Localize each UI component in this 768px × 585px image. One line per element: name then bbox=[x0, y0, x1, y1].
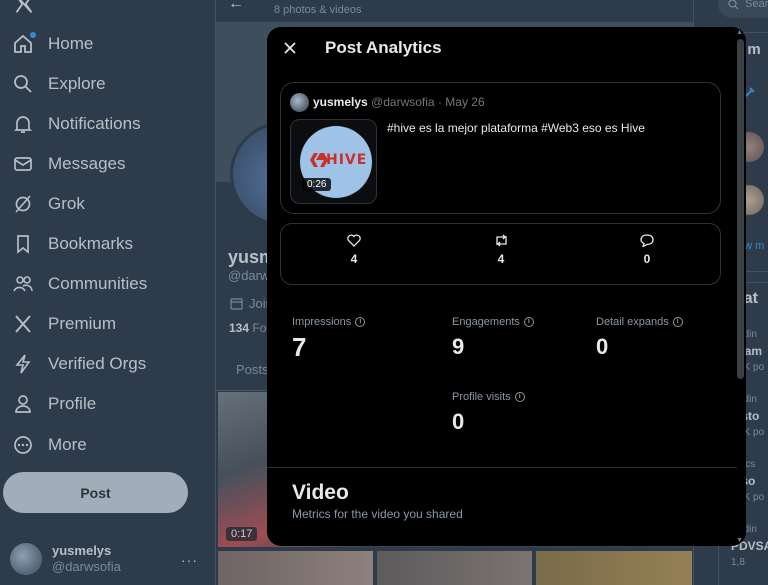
likes-count: 4 bbox=[350, 252, 358, 266]
engagement-stats-card: 4 4 0 bbox=[280, 223, 721, 285]
repost-icon bbox=[486, 234, 516, 250]
close-icon[interactable] bbox=[281, 39, 299, 57]
metric-label: Profile visits bbox=[452, 391, 511, 403]
likes-stat: 4 bbox=[339, 234, 369, 266]
replies-count: 0 bbox=[643, 252, 651, 266]
video-duration: 0:26 bbox=[302, 178, 332, 191]
post-preview-card[interactable]: yusmelys @darwsofia · May 26 HIVE 0:26 #… bbox=[280, 82, 721, 214]
metric-value: 0 bbox=[596, 334, 609, 359]
metric-label: Engagements bbox=[452, 316, 520, 328]
avatar bbox=[290, 93, 309, 112]
modal-title: Post Analytics bbox=[325, 38, 442, 57]
replies-stat: 0 bbox=[632, 234, 662, 266]
info-icon[interactable]: i bbox=[672, 317, 683, 327]
video-section-subtitle: Metrics for the video you shared bbox=[292, 507, 463, 521]
post-date: May 26 bbox=[445, 95, 485, 109]
metric-value: 7 bbox=[292, 332, 307, 362]
heart-icon bbox=[339, 234, 369, 250]
metric-value: 0 bbox=[452, 409, 465, 434]
post-author: yusmelys bbox=[313, 95, 368, 109]
post-video-thumbnail[interactable]: HIVE 0:26 bbox=[290, 119, 377, 204]
scroll-up-arrow-icon[interactable]: ▲ bbox=[736, 29, 743, 36]
post-text: #hive es la mejor plataforma #Web3 eso e… bbox=[387, 121, 645, 135]
post-handle: @darwsofia bbox=[371, 95, 435, 109]
post-header: yusmelys @darwsofia · May 26 bbox=[313, 95, 485, 109]
separator-dot: · bbox=[437, 95, 442, 109]
modal-scrollbar[interactable] bbox=[737, 39, 744, 379]
detail-expands-metric: Detail expands i 0 bbox=[596, 316, 683, 360]
hive-wordmark: HIVE bbox=[326, 152, 368, 168]
section-divider bbox=[267, 467, 737, 468]
video-section-title: Video bbox=[292, 481, 349, 504]
post-analytics-modal: Post Analytics ▲ ▼ yusmelys @darwsofia ·… bbox=[267, 27, 746, 546]
impressions-metric: Impressions i 7 bbox=[292, 316, 366, 363]
reposts-stat: 4 bbox=[486, 234, 516, 266]
metric-label: Impressions bbox=[292, 316, 352, 328]
metric-value: 9 bbox=[452, 334, 465, 359]
info-icon[interactable]: i bbox=[355, 317, 366, 327]
metric-label: Detail expands bbox=[596, 316, 669, 328]
reply-icon bbox=[632, 234, 662, 250]
info-icon[interactable]: i bbox=[523, 317, 534, 327]
reposts-count: 4 bbox=[497, 252, 505, 266]
profile-visits-metric: Profile visits i 0 bbox=[452, 391, 525, 435]
engagements-metric: Engagements i 9 bbox=[452, 316, 534, 360]
info-icon[interactable]: i bbox=[514, 392, 525, 402]
scroll-down-arrow-icon[interactable]: ▼ bbox=[736, 537, 743, 544]
